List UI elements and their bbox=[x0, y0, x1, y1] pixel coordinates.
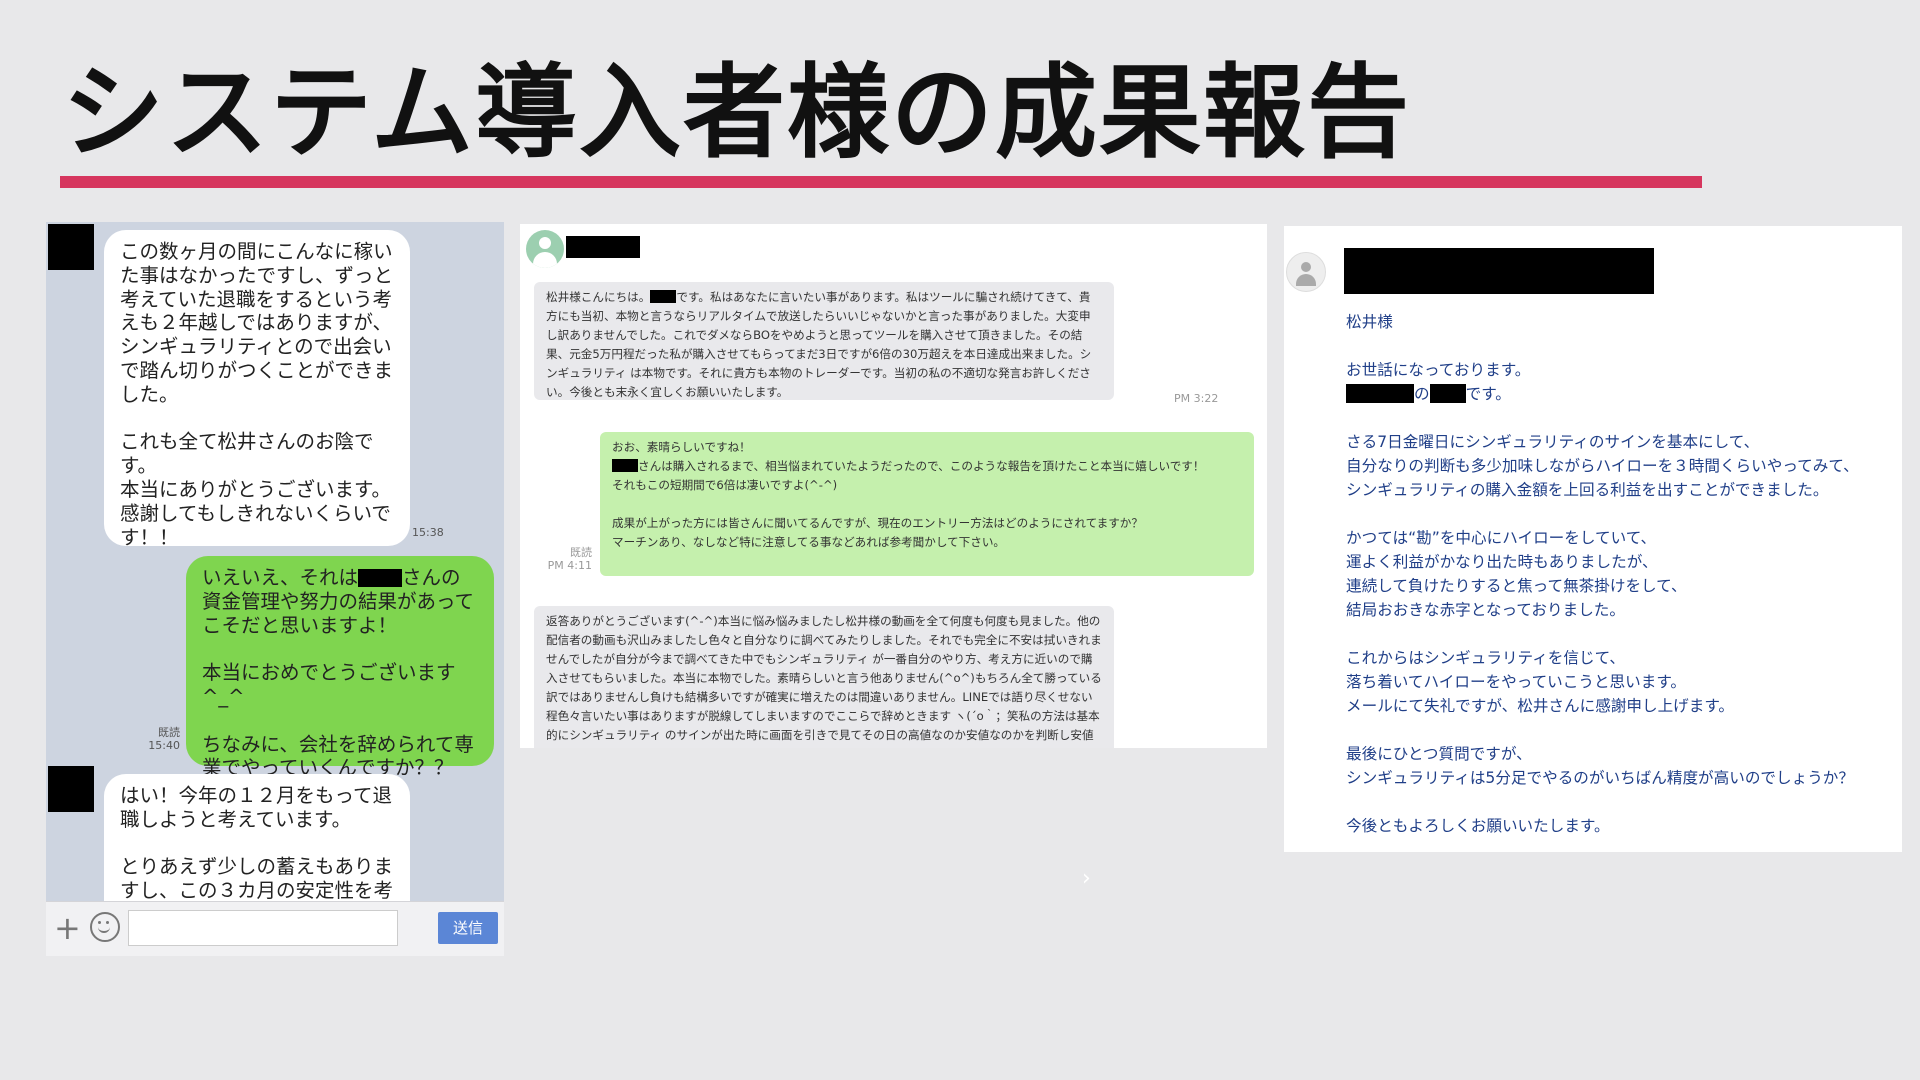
slide-title: システム導入者様の成果報告 bbox=[62, 54, 1411, 173]
chat-screenshot: この数ヶ月の間にこんなに稼いた事はなかったですし、ずっと考えていた退職をするとい… bbox=[46, 222, 504, 956]
email-line: です。 bbox=[1465, 385, 1511, 403]
redacted-name bbox=[1429, 384, 1466, 403]
smile-icon[interactable] bbox=[90, 912, 120, 942]
email-closing: 今後ともよろしくお願いいたします。 bbox=[1346, 817, 1610, 835]
read-status: 既読 bbox=[570, 546, 592, 559]
message-time: 15:38 bbox=[412, 526, 444, 539]
message-time: PM 3:22 bbox=[1174, 392, 1219, 405]
sender-avatar-redacted bbox=[48, 224, 94, 270]
message-text-part: いえいえ、それは bbox=[202, 566, 359, 589]
plus-icon[interactable]: + bbox=[54, 910, 81, 946]
email-paragraph: 最後にひとつ質問ですが、 シンギュラリティは5分足でやるのがいちばん精度が高いの… bbox=[1346, 745, 1854, 787]
email-greeting: 松井様 bbox=[1346, 313, 1393, 331]
send-button[interactable]: 送信 bbox=[438, 912, 498, 944]
thread-message-outgoing: おお、素晴らしいですね！ さんは購入されるまで、相当悩まれていたようだったので、… bbox=[600, 432, 1254, 576]
email-screenshot: 松井様 お世話になっております。 の です。 さる7日金曜日にシンギュラリティのサ… bbox=[1284, 226, 1902, 852]
redacted-name bbox=[566, 236, 640, 258]
user-avatar bbox=[526, 230, 564, 268]
message-text-part: さんは購入されるまで、相当悩まれていたようだったので、このような報告を頂けたこと… bbox=[612, 459, 1205, 549]
message-read-time: 既読 15:40 bbox=[142, 726, 180, 752]
message-text-part: おお、素晴らしいですね！ bbox=[612, 440, 751, 454]
email-body: 松井様 お世話になっております。 の です。 さる7日金曜日にシンギュラリティのサ… bbox=[1346, 310, 1906, 838]
user-avatar bbox=[1286, 252, 1326, 292]
redacted-name bbox=[650, 290, 677, 303]
read-status: 既読 bbox=[158, 726, 180, 739]
redacted-name bbox=[358, 569, 403, 587]
thread-message-incoming: 松井様こんにちは。 です。私はあなたに言いたい事があります。私はツールに騙され続け… bbox=[534, 282, 1114, 400]
email-line: の bbox=[1414, 385, 1430, 403]
message-text-part: です。私はあなたに言いたい事があります。私はツールに騙され続けてきて、貴方にも当… bbox=[546, 290, 1092, 399]
chat-input-bar: + 送信 bbox=[46, 901, 504, 956]
chat-message-outgoing: いえいえ、それは さんの資金管理や努力の結果があってこそだと思いますよ！ 本当にお… bbox=[186, 556, 494, 779]
chat-message-incoming: この数ヶ月の間にこんなに稼いた事はなかったですし、ずっと考えていた退職をするとい… bbox=[104, 230, 410, 549]
email-paragraph: これからはシンギュラリティを信じて、 落ち着いてハイローをやっていこうと思います… bbox=[1346, 649, 1734, 715]
thread-message-incoming: 返答ありがとうございます(^-^)本当に悩み悩みましたし松井様の動画を全て何度も… bbox=[534, 606, 1114, 748]
redacted-name bbox=[612, 459, 638, 472]
next-arrow-icon[interactable]: › bbox=[1082, 866, 1091, 891]
redacted-subject bbox=[1344, 248, 1654, 294]
sender-avatar-redacted bbox=[48, 766, 94, 812]
message-time: 15:40 bbox=[148, 739, 180, 752]
email-paragraph: かつては“勘”を中心にハイローをしていて、 運よく利益がかなり出た時もありました… bbox=[1346, 529, 1687, 619]
redacted-text bbox=[1346, 384, 1414, 403]
email-line: お世話になっております。 bbox=[1346, 361, 1531, 379]
title-underline bbox=[60, 176, 1702, 188]
email-paragraph: さる7日金曜日にシンギュラリティのサインを基本にして、 自分なりの判断も多少加味… bbox=[1346, 433, 1859, 499]
message-time: PM 4:11 bbox=[547, 559, 592, 572]
message-thread-screenshot: 松井様こんにちは。 です。私はあなたに言いたい事があります。私はツールに騙され続け… bbox=[520, 224, 1267, 748]
chat-input[interactable] bbox=[128, 910, 398, 946]
message-read-time: 既読 PM 4:11 bbox=[542, 546, 592, 572]
message-text-part: 松井様こんにちは。 bbox=[546, 290, 651, 304]
message-text-part: さんの資金管理や努力の結果があってこそだと思いますよ！ 本当におめでとうございま… bbox=[202, 566, 475, 780]
